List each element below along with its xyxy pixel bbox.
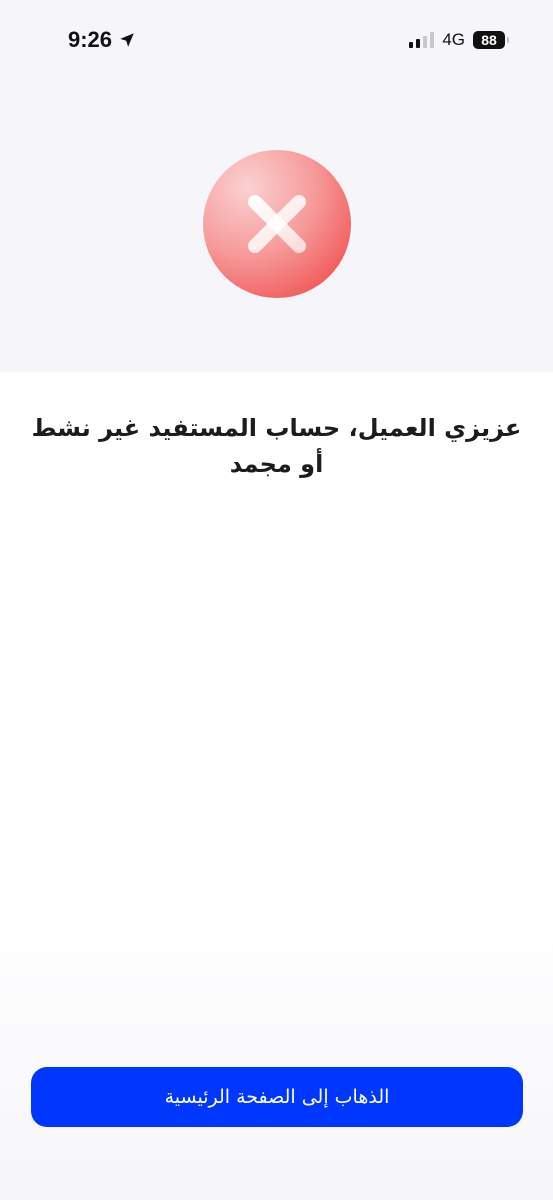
status-time-text: 9:26 xyxy=(68,27,113,52)
close-cross-icon xyxy=(248,195,306,253)
battery-level: 88 xyxy=(481,32,497,48)
cellular-signal-icon xyxy=(409,32,435,48)
status-right: 4G 88 xyxy=(409,30,509,50)
bottom-fade xyxy=(0,900,553,1200)
go-home-button[interactable]: الذهاب إلى الصفحة الرئيسية xyxy=(31,1067,523,1127)
status-time: 9:26 xyxy=(68,27,136,53)
battery-icon: 88 xyxy=(473,31,509,49)
battery-tip xyxy=(507,37,509,43)
location-arrow-icon xyxy=(120,33,134,47)
status-bar: 9:26 4G 88 xyxy=(0,0,553,82)
network-label: 4G xyxy=(442,30,465,49)
error-message: عزيزي العميل، حساب المستفيد غير نشط أو م… xyxy=(31,414,522,478)
close-circle-icon xyxy=(203,150,351,298)
